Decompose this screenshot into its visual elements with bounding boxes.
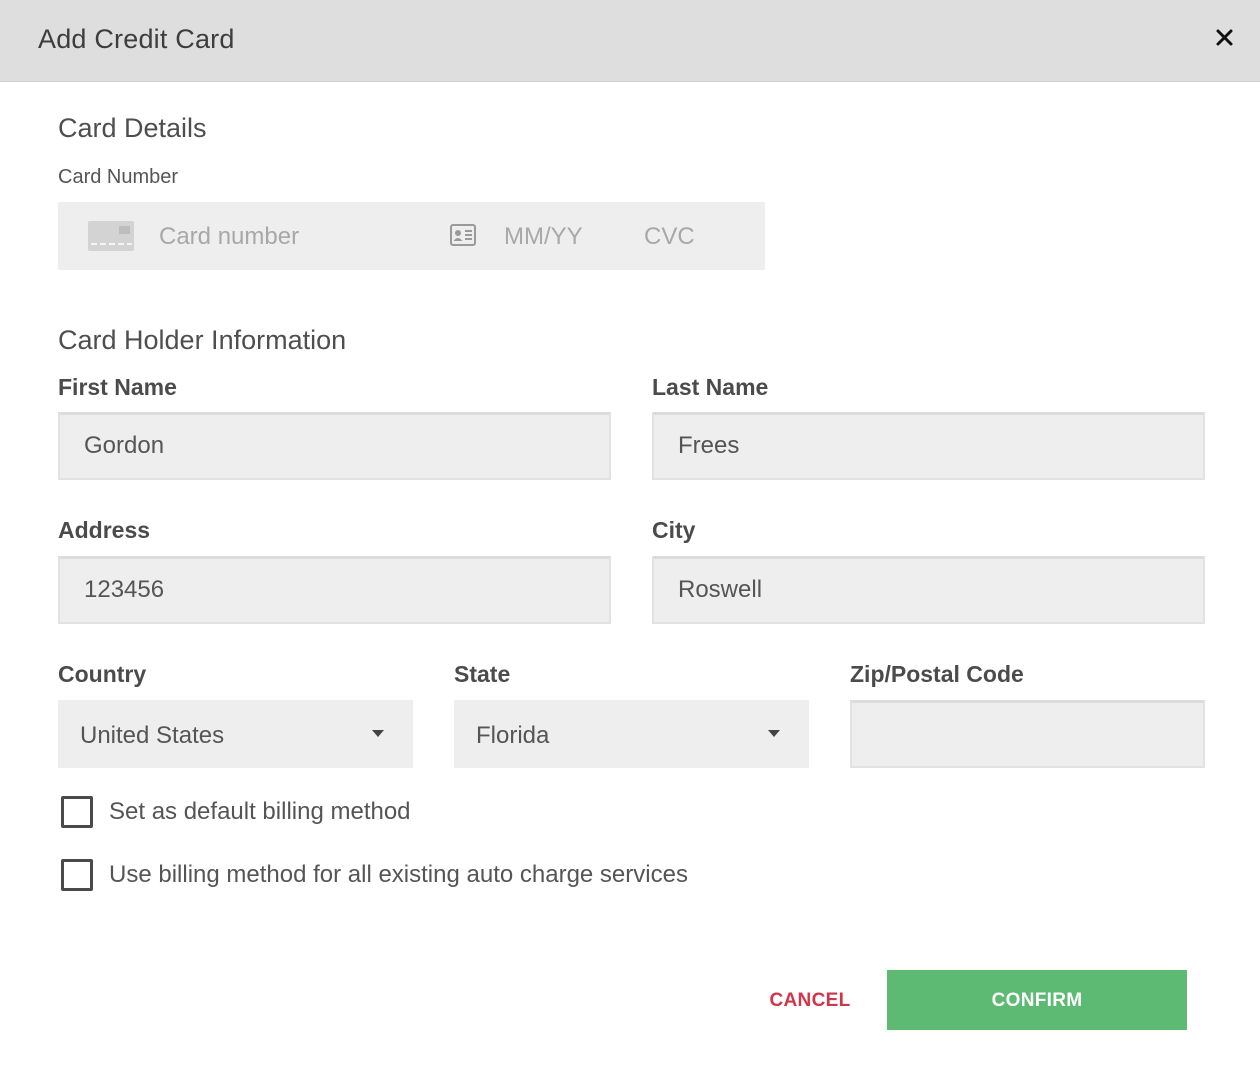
chevron-down-icon bbox=[372, 730, 384, 737]
state-label: State bbox=[454, 661, 511, 687]
add-credit-card-dialog: Add Credit Card Card Details Card Number… bbox=[0, 0, 1260, 1080]
card-input-group: Card number MM/YY CVC bbox=[58, 202, 765, 270]
card-number-label: Card Number bbox=[58, 166, 179, 188]
state-value: Florida bbox=[476, 722, 550, 749]
state-select[interactable]: Florida bbox=[454, 700, 809, 768]
zip-label: Zip/Postal Code bbox=[850, 661, 1024, 687]
city-field[interactable]: Roswell bbox=[652, 556, 1205, 624]
close-button[interactable] bbox=[1206, 20, 1242, 56]
last-name-field[interactable]: Frees bbox=[652, 412, 1205, 480]
default-billing-label: Set as default billing method bbox=[109, 798, 411, 825]
address-field[interactable]: 123456 bbox=[58, 556, 611, 624]
country-label: Country bbox=[58, 661, 147, 687]
expiry-input[interactable]: MM/YY bbox=[504, 223, 583, 251]
credit-card-icon bbox=[88, 221, 134, 251]
first-name-label: First Name bbox=[58, 374, 177, 400]
city-label: City bbox=[652, 517, 696, 543]
country-value: United States bbox=[80, 722, 225, 749]
address-label: Address bbox=[58, 517, 151, 543]
auto-charge-label: Use billing method for all existing auto… bbox=[109, 861, 688, 888]
auto-charge-checkbox[interactable] bbox=[61, 859, 93, 891]
first-name-field[interactable]: Gordon bbox=[58, 412, 611, 480]
card-number-input[interactable]: Card number bbox=[159, 223, 299, 251]
dialog-header: Add Credit Card bbox=[0, 0, 1260, 82]
card-holder-heading: Card Holder Information bbox=[58, 325, 347, 355]
cancel-button[interactable]: CANCEL bbox=[745, 970, 875, 1030]
card-details-heading: Card Details bbox=[58, 113, 207, 143]
dialog-title: Add Credit Card bbox=[38, 24, 235, 54]
country-select[interactable]: United States bbox=[58, 700, 413, 768]
chevron-down-icon bbox=[768, 730, 780, 737]
confirm-button[interactable]: CONFIRM bbox=[887, 970, 1187, 1030]
close-icon bbox=[1216, 29, 1233, 46]
default-billing-checkbox[interactable] bbox=[61, 796, 93, 828]
last-name-label: Last Name bbox=[652, 374, 769, 400]
cvc-input[interactable]: CVC bbox=[644, 223, 695, 251]
id-card-icon bbox=[450, 224, 476, 246]
zip-field[interactable] bbox=[850, 700, 1205, 768]
